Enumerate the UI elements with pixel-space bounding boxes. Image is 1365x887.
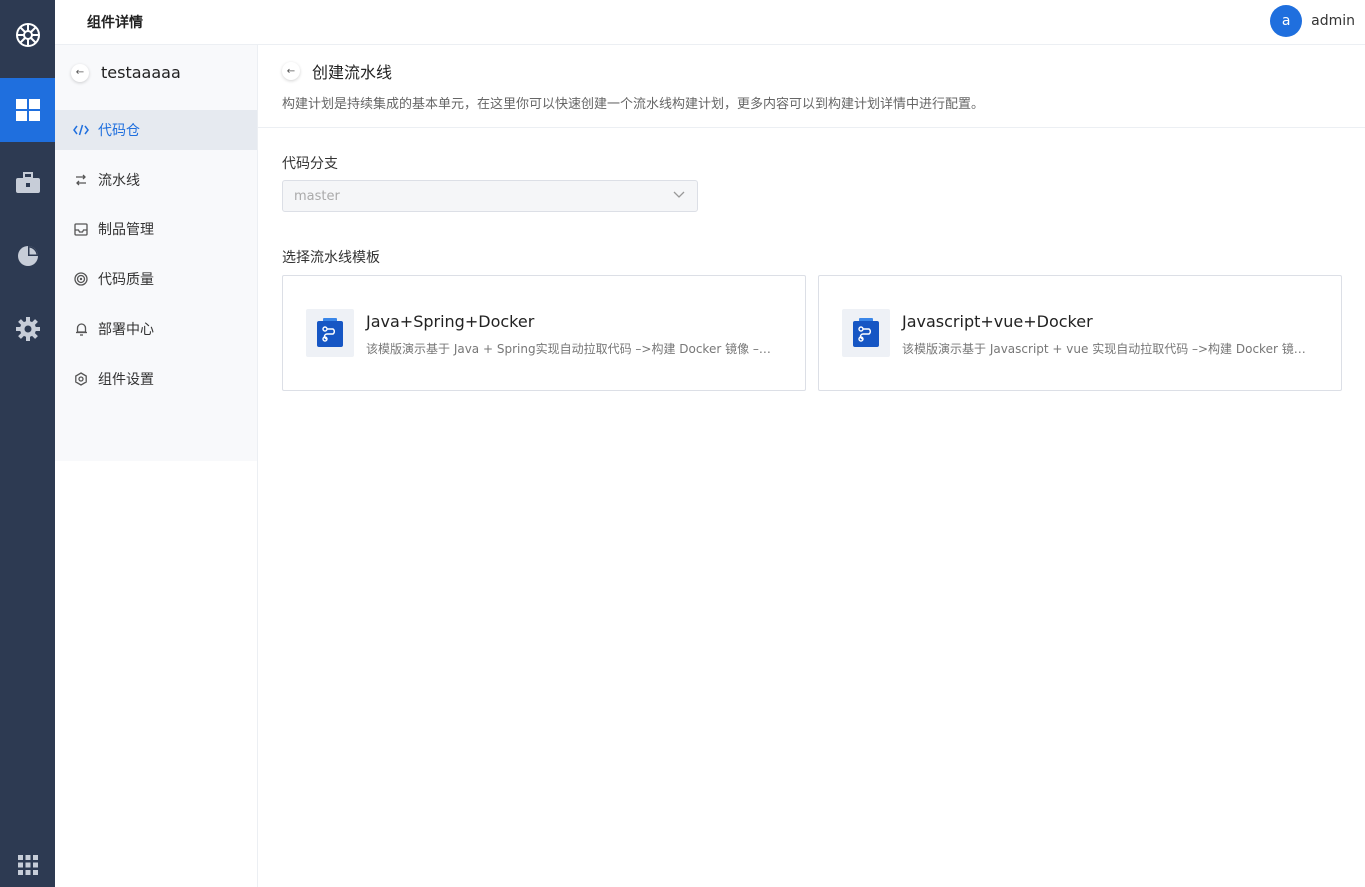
helm-wheel-icon[interactable]	[0, 0, 55, 70]
code-icon	[73, 122, 89, 138]
sidebar-item-label: 制品管理	[98, 222, 154, 238]
back-arrow-icon[interactable]: ←	[71, 63, 89, 82]
template-label: 选择流水线模板	[282, 250, 380, 266]
template-title: Java+Spring+Docker	[366, 312, 535, 331]
branch-select[interactable]: master	[282, 180, 698, 212]
page-title: 创建流水线	[312, 63, 393, 82]
component-sidebar: ← testaaaaa 代码仓 流水线 制品管理 代码质量 部署中心 组件设置	[55, 45, 257, 461]
top-header: 组件详情 a admin	[55, 0, 1365, 45]
sidebar-item-deploy[interactable]: 部署中心	[55, 309, 257, 349]
sidebar-item-label: 组件设置	[98, 372, 154, 388]
target-icon	[73, 271, 89, 287]
sidebar-item-label: 部署中心	[98, 322, 154, 338]
template-description: 该模版演示基于 Javascript + vue 实现自动拉取代码 –>构建 D…	[902, 342, 1314, 356]
pipeline-template-icon	[306, 309, 354, 357]
sidebar-item-artifacts[interactable]: 制品管理	[55, 209, 257, 249]
branch-label: 代码分支	[282, 156, 338, 172]
template-title: Javascript+vue+Docker	[902, 312, 1093, 331]
chevron-down-icon	[673, 191, 685, 198]
apps-grid-icon[interactable]	[0, 842, 55, 887]
gear-icon[interactable]	[0, 297, 55, 361]
main-content: ← 创建流水线 构建计划是持续集成的基本单元，在这里你可以快速创建一个流水线构建…	[258, 45, 1365, 887]
project-header: ← testaaaaa	[71, 63, 181, 82]
grid-icon[interactable]	[0, 78, 55, 142]
settings-icon	[73, 371, 89, 387]
project-name: testaaaaa	[101, 63, 181, 82]
template-description: 该模版演示基于 Java + Spring实现自动拉取代码 –>构建 Docke…	[366, 342, 778, 356]
inbox-icon	[73, 221, 89, 237]
user-menu[interactable]: a admin	[1270, 4, 1355, 38]
pie-chart-icon[interactable]	[0, 224, 55, 288]
template-card-java[interactable]: Java+Spring+Docker 该模版演示基于 Java + Spring…	[282, 275, 806, 391]
sidebar-item-pipeline[interactable]: 流水线	[55, 160, 257, 200]
page-description: 构建计划是持续集成的基本单元，在这里你可以快速创建一个流水线构建计划，更多内容可…	[282, 97, 985, 112]
page-title-row: ← 创建流水线	[282, 59, 392, 83]
sidebar-item-settings[interactable]: 组件设置	[55, 359, 257, 399]
pipeline-icon	[73, 172, 89, 188]
briefcase-icon[interactable]	[0, 151, 55, 215]
page-header-title: 组件详情	[87, 15, 143, 31]
sidebar-item-code-quality[interactable]: 代码质量	[55, 259, 257, 299]
main-rail	[0, 0, 55, 887]
template-card-javascript[interactable]: Javascript+vue+Docker 该模版演示基于 Javascript…	[818, 275, 1342, 391]
branch-select-value: master	[294, 188, 340, 204]
sidebar-item-code-repo[interactable]: 代码仓	[55, 110, 257, 150]
back-arrow-icon[interactable]: ←	[282, 62, 300, 80]
sidebar-item-label: 代码质量	[98, 272, 154, 288]
sidebar-item-label: 代码仓	[98, 123, 140, 139]
bell-icon	[73, 321, 89, 337]
divider	[258, 127, 1365, 128]
avatar[interactable]: a	[1270, 5, 1303, 37]
sidebar-item-label: 流水线	[98, 173, 140, 189]
pipeline-template-icon	[842, 309, 890, 357]
username[interactable]: admin	[1311, 13, 1355, 29]
